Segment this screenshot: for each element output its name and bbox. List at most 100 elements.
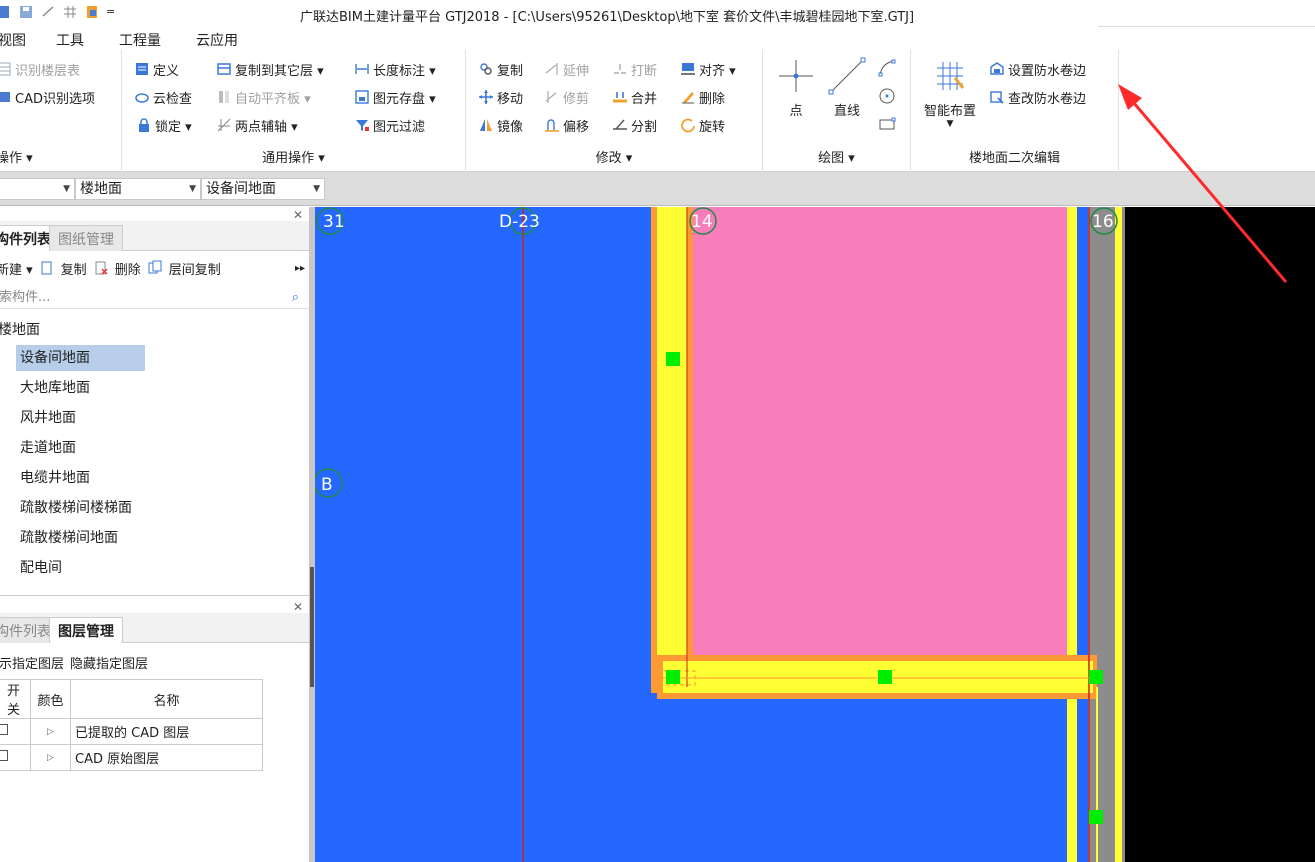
floor-table-icon [0,61,12,77]
copy-component-button[interactable]: 复制 [61,259,87,278]
menu-view[interactable]: 视图 [0,30,26,50]
identify-floor-table-button[interactable]: 识别楼层表 [0,58,80,80]
splitter-handle[interactable] [310,567,314,687]
app-window: = 广联达BIM土建计量平台 GTJ2018 - [C:\Users\95261… [0,0,1315,862]
align-button[interactable]: 对齐 ▾ [680,58,736,80]
group-title-general[interactable]: 通用操作 ▾ [122,147,465,166]
layer-name: 已提取的 CAD 图层 [70,718,263,745]
floor-copy-button[interactable]: 层间复制 [169,259,221,278]
layer-toggle-checkbox[interactable] [0,744,31,771]
tab-drawing-management[interactable]: 图纸管理 [49,225,123,251]
element-save-button[interactable]: 图元存盘 ▾ [354,86,436,108]
component-search-input[interactable]: 搜索构件... ⌕ [0,287,309,309]
customize-qa-icon[interactable]: = [106,4,122,20]
two-point-axis-button[interactable]: 两点辅轴 ▾ [216,114,298,136]
filter-icon [354,117,370,133]
auto-align-slab-button[interactable]: 自动平齐板 ▾ [216,86,311,108]
split-button[interactable]: 分割 [612,114,657,136]
circle-icon[interactable] [877,86,897,110]
drawing-svg: 31 D-23 14 16 B [315,207,1315,862]
trim-button[interactable]: 修剪 [544,86,589,108]
menu-tools[interactable]: 工具 [56,30,84,50]
new-component-button[interactable]: 新建 ▾ [0,259,33,278]
element-filter-button[interactable]: 图元过滤 [354,114,425,136]
black-void-area [1125,207,1315,862]
tree-item[interactable]: 疏散楼梯间地面 [16,525,118,551]
left-panel: ✕ 构件列表 图纸管理 新建 ▾ 复制 删除 层间复制 ▸▸ 搜索构件... ⌕… [0,207,309,862]
lock-button[interactable]: 锁定 ▾ [136,114,192,136]
group-title-modify[interactable]: 修改 ▾ [466,147,762,166]
more-icon[interactable]: ▸▸ [295,263,305,274]
tree-item[interactable]: 配电间 [16,555,62,581]
yellow-strip[interactable] [1067,207,1077,862]
close-icon[interactable]: ✕ [293,208,303,222]
merge-button[interactable]: 合并 [612,86,657,108]
show-layer-button[interactable]: 显示指定图层 [0,653,64,672]
cloud-check-button[interactable]: 云检查 [134,86,192,108]
group-title-draw[interactable]: 绘图 ▾ [763,147,910,166]
new-file-icon[interactable] [0,4,12,20]
rectangle-icon[interactable] [877,114,897,138]
hide-layer-button[interactable]: 隐藏指定图层 [70,653,148,672]
trim-icon [544,89,560,105]
tree-item[interactable]: 走道地面 [16,435,76,461]
close-icon[interactable]: ✕ [293,600,303,614]
tab-layer-management[interactable]: 图层管理 [49,617,123,643]
tree-item[interactable]: 疏散楼梯间楼梯面 [16,495,132,521]
tree-item[interactable]: 大地库地面 [16,375,90,401]
define-button[interactable]: 定义 [134,58,179,80]
tree-item[interactable]: 电缆井地面 [16,465,90,491]
grip-point[interactable] [878,670,892,684]
rotate-icon [680,117,696,133]
save-icon[interactable] [18,4,34,20]
layer-table: 开关 颜色 名称 ▷ 已提取的 CAD 图层 ▷ CAD 原始图层 [0,679,263,771]
svg-text:31: 31 [323,212,345,232]
grip-point[interactable] [666,352,680,366]
drawing-canvas[interactable]: 31 D-23 14 16 B [315,207,1315,862]
delete-component-button[interactable]: 删除 [115,259,141,278]
line-button[interactable]: 直线 [825,56,869,119]
tree-item[interactable]: 风井地面 [16,405,76,431]
chevron-down-icon: ▼ [63,184,70,194]
menu-quantities[interactable]: 工程量 [119,30,161,50]
grip-point[interactable] [666,670,680,684]
copy-button[interactable]: 复制 [478,58,523,80]
smart-layout-button[interactable]: 智能布置 ▼ [917,56,983,129]
point-button[interactable]: 点 [775,56,817,119]
expand-icon[interactable]: ▷ [30,744,71,771]
length-dimension-button[interactable]: 长度标注 ▾ [354,58,436,80]
component-selector[interactable]: 设备间地面 ▼ [201,178,325,200]
copy-to-other-floor-button[interactable]: 复制到其它层 ▾ [216,58,324,80]
yellow-left-band[interactable] [657,207,687,689]
extend-button[interactable]: 延伸 [544,58,589,80]
grip-point[interactable] [1089,670,1103,684]
break-button[interactable]: 打断 [612,58,657,80]
search-icon[interactable]: ⌕ [292,287,299,309]
align-slab-icon [216,89,232,105]
delete-button[interactable]: 删除 [680,86,725,108]
element-type-selector[interactable]: 楼地面 ▼ [75,178,201,200]
tree-root-floor[interactable]: 楼地面 [0,319,40,339]
eraser-icon [680,89,696,105]
selector-bar: ▼ 楼地面 ▼ 设备间地面 ▼ [0,172,1315,206]
grid-icon[interactable] [62,4,78,20]
rotate-button[interactable]: 旋转 [680,114,725,136]
check-waterproof-edge-button[interactable]: 查改防水卷边 [989,86,1086,108]
set-waterproof-edge-button[interactable]: 设置防水卷边 [989,58,1086,80]
floor-selector[interactable]: ▼ [0,178,75,200]
mirror-button[interactable]: 镜像 [478,114,523,136]
expand-icon[interactable]: ▷ [30,718,71,745]
offset-button[interactable]: 偏移 [544,114,589,136]
layer-toggle-checkbox[interactable] [0,718,31,745]
pink-floor-area[interactable] [693,207,1067,657]
menu-cloud[interactable]: 云应用 [196,30,238,50]
svg-text:D-23: D-23 [499,212,540,232]
move-button[interactable]: 移动 [478,86,523,108]
export-icon[interactable] [84,4,100,20]
arc-icon[interactable] [877,58,897,82]
grip-point[interactable] [1089,810,1103,824]
group-title-operations[interactable]: 操作 ▾ [0,147,121,166]
undo-icon[interactable] [40,4,56,20]
tree-item[interactable]: 设备间地面 [16,345,145,371]
cad-identify-options-button[interactable]: CAD识别选项 [0,86,95,108]
